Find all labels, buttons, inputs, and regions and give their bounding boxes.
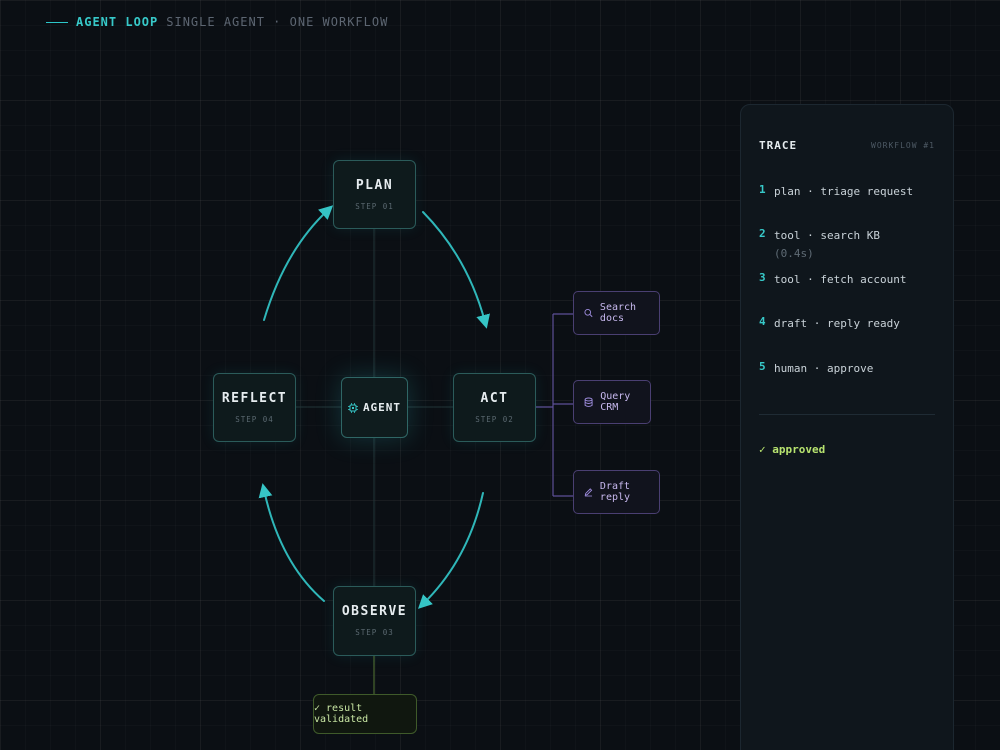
tool-draft-reply-label: Draft reply (599, 481, 631, 503)
arc-observe-to-reflect (258, 483, 325, 602)
arc-act-to-observe (417, 492, 484, 609)
result-validated-label: ✓ result validated (314, 703, 369, 725)
trace-title: TRACE (759, 139, 798, 152)
trace-item-number: 4 (759, 315, 766, 328)
node-observe[interactable]: OBSERVE STEP 03 (333, 586, 416, 656)
tool-search-docs-label: Search docs (599, 302, 637, 324)
trace-item-number: 5 (759, 360, 766, 373)
node-reflect-title: REFLECT (221, 391, 288, 406)
chip-icon (347, 402, 358, 413)
header-rule (46, 21, 68, 23)
node-observe-title: OBSERVE (341, 604, 408, 619)
trace-item[interactable]: 4 draft · reply ready (759, 315, 943, 333)
status-badge: ✓ approved (759, 443, 826, 456)
trace-item[interactable]: 3 tool · fetch account (759, 271, 943, 289)
page-header: AGENT LOOP SINGLE AGENT · ONE WORKFLOW (46, 15, 388, 29)
trace-panel: TRACE WORKFLOW #1 1 plan · triage reques… (740, 104, 954, 750)
trace-item-number: 3 (759, 271, 766, 284)
trace-item-duration: (0.4s) (774, 247, 814, 260)
arc-reflect-to-plan (263, 205, 334, 321)
trace-divider (759, 414, 935, 415)
tool-branches (536, 313, 573, 497)
agent-loop-screen: AGENT LOOP SINGLE AGENT · ONE WORKFLOW P… (0, 0, 1000, 750)
trace-item-text: tool · fetch account (774, 273, 907, 286)
node-plan-title: PLAN (355, 178, 394, 193)
node-plan[interactable]: PLAN STEP 01 (333, 160, 416, 229)
node-plan-step: STEP 01 (355, 202, 394, 211)
trace-item-text: tool · search KB (774, 229, 880, 242)
trace-item[interactable]: 2 tool · search KB (0.4s) (759, 227, 943, 263)
database-icon (584, 397, 593, 407)
result-validated-badge: ✓ result validated (313, 694, 417, 734)
page-title: AGENT LOOP (76, 15, 159, 29)
node-reflect-step: STEP 04 (235, 415, 274, 424)
agent-core[interactable]: AGENT (341, 377, 408, 438)
tool-search-docs[interactable]: Search docs (573, 291, 660, 335)
trace-panel-header: TRACE WORKFLOW #1 (759, 139, 935, 152)
trace-item-number: 2 (759, 227, 766, 240)
workflow-tag: WORKFLOW #1 (871, 141, 935, 150)
trace-item-text: plan · triage request (774, 185, 914, 198)
search-icon (584, 308, 593, 318)
arc-plan-to-act (422, 211, 490, 329)
tool-query-crm-label: Query CRM (600, 391, 631, 413)
trace-item[interactable]: 5 human · approve (759, 360, 943, 378)
pencil-icon (584, 488, 593, 497)
node-act-title: ACT (480, 391, 509, 406)
trace-item-text: draft · reply ready (774, 317, 900, 330)
node-reflect[interactable]: REFLECT STEP 04 (213, 373, 296, 442)
agent-label: AGENT (362, 401, 402, 414)
page-subtitle: SINGLE AGENT · ONE WORKFLOW (166, 15, 389, 29)
trace-item-text: human · approve (774, 362, 874, 375)
trace-item-number: 1 (759, 183, 766, 196)
node-act[interactable]: ACT STEP 02 (453, 373, 536, 442)
node-observe-step: STEP 03 (355, 628, 394, 637)
trace-item-body: tool · search KB (0.4s) (774, 227, 880, 263)
node-act-step: STEP 02 (475, 415, 514, 424)
trace-item[interactable]: 1 plan · triage request (759, 183, 943, 201)
tool-draft-reply[interactable]: Draft reply (573, 470, 660, 514)
tool-query-crm[interactable]: Query CRM (573, 380, 651, 424)
